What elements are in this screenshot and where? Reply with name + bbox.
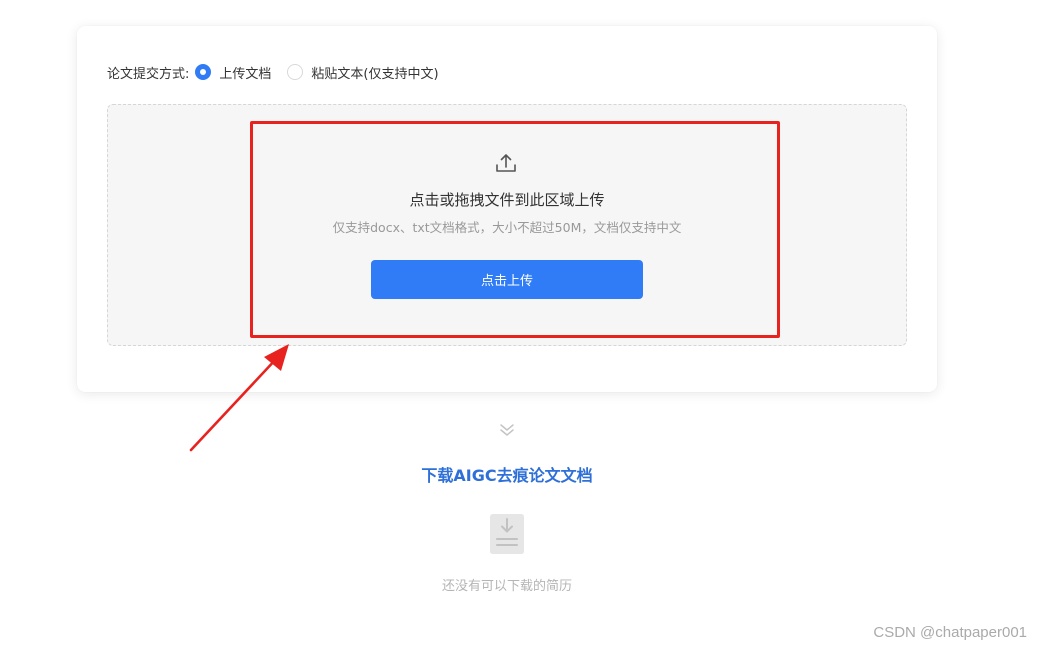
radio-upload-document-label: 上传文档 <box>219 66 272 82</box>
submission-mode-label: 论文提交方式: <box>107 66 190 82</box>
empty-download-text: 还没有可以下载的简历 <box>441 579 572 594</box>
chevron-down-double-icon <box>500 424 514 436</box>
upload-button[interactable]: 点击上传 <box>371 260 643 299</box>
upload-card: 论文提交方式: 上传文档 粘贴文本(仅支持中文) 点击或拖拽文件到此区域上传 仅… <box>77 26 937 392</box>
dropzone-hint: 仅支持docx、txt文档格式，大小不超过50M，文档仅支持中文 <box>332 220 682 235</box>
submission-mode-row: 论文提交方式: 上传文档 粘贴文本(仅支持中文) <box>107 62 455 82</box>
dropzone-title: 点击或拖拽文件到此区域上传 <box>409 191 605 209</box>
upload-icon <box>496 154 516 172</box>
radio-upload-document[interactable]: 上传文档 <box>195 63 271 82</box>
download-section-title: 下载AIGC去痕论文文档 <box>421 466 593 485</box>
radio-checked-icon[interactable] <box>195 64 212 80</box>
file-download-icon <box>490 514 524 554</box>
radio-paste-text-label: 粘贴文本(仅支持中文) <box>311 66 439 82</box>
file-dropzone[interactable]: 点击或拖拽文件到此区域上传 仅支持docx、txt文档格式，大小不超过50M，文… <box>107 104 907 346</box>
radio-unchecked-icon[interactable] <box>287 64 304 80</box>
radio-paste-text[interactable]: 粘贴文本(仅支持中文) <box>287 63 439 82</box>
csdn-watermark: CSDN @chatpaper001 <box>873 624 1027 641</box>
